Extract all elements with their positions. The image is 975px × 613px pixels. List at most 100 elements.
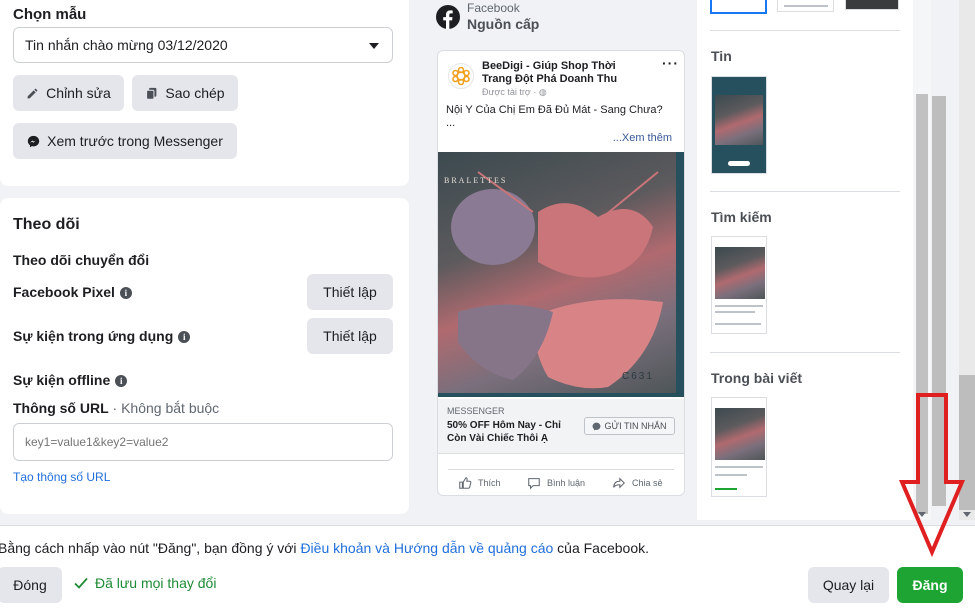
image-code-text: C631 <box>622 371 654 382</box>
see-more-link[interactable]: ...Xem thêm <box>613 132 672 144</box>
like-label: Thích <box>478 478 501 488</box>
sponsored-label: Được tài trợ · ◍ <box>482 87 547 98</box>
lingerie-photo <box>438 152 676 393</box>
pixel-setup-button[interactable]: Thiết lập <box>307 274 393 310</box>
close-button[interactable]: Đóng <box>0 567 62 603</box>
checkmark-icon <box>74 577 88 589</box>
thumb-caption <box>715 474 747 476</box>
terms-link[interactable]: Điều khoản và Hướng dẫn về quảng cáo <box>300 540 553 556</box>
copy-button[interactable]: Sao chép <box>132 75 238 111</box>
stories-thumb[interactable] <box>711 76 767 174</box>
comment-icon <box>528 478 540 490</box>
sponsored-text: Được tài trợ · <box>482 87 537 97</box>
advertiser-name: BeeDigi - Giúp Shop Thời Trang Đột Phá D… <box>482 60 618 85</box>
edit-button-label: Chỉnh sửa <box>46 85 111 101</box>
thumb-image <box>715 408 765 460</box>
build-url-link[interactable]: Tạo thông số URL <box>13 470 110 484</box>
send-message-button[interactable]: GỬI TIN NHẮN <box>584 417 675 435</box>
comment-label: Bình luận <box>547 478 586 488</box>
placement-section-search: Tìm kiếm <box>711 209 772 225</box>
thumb-cta <box>728 161 750 166</box>
cta-bar: MESSENGER 50% OFF Hôm Nay - Chỉ Còn Vài … <box>438 399 684 454</box>
info-icon[interactable]: i <box>178 331 191 343</box>
preview-placement: Nguồn cấp <box>467 16 540 32</box>
advertiser-avatar <box>448 63 474 89</box>
terms-text: Bằng cách nhấp vào nút "Đăng", bạn đồng … <box>0 540 649 556</box>
cta-source: MESSENGER <box>447 406 505 416</box>
messenger-icon <box>27 135 40 147</box>
placement-divider <box>710 191 900 192</box>
cta-headline: 50% OFF Hôm Nay - Chỉ Còn Vài Chiếc Thôi… <box>447 420 561 444</box>
placement-thumb[interactable] <box>845 0 899 10</box>
comment-action[interactable]: Bình luận <box>527 476 585 490</box>
instream-thumb[interactable] <box>711 397 767 497</box>
template-select[interactable]: Tin nhắn chào mừng 03/12/2020 <box>13 27 393 63</box>
like-action[interactable]: Thích <box>458 476 501 490</box>
pencil-icon <box>27 88 38 98</box>
reactions-divider <box>448 469 674 470</box>
url-params-input[interactable] <box>13 423 393 461</box>
beedigi-logo-icon <box>452 66 470 86</box>
placements-panel: Tin Tìm kiếm Trong bài viết <box>697 0 913 520</box>
terms-suffix: của Facebook. <box>553 540 650 556</box>
thumb-caption <box>715 311 755 313</box>
placement-thumb[interactable] <box>777 0 834 12</box>
preview-platform: Facebook <box>467 1 520 15</box>
offline-events-row: Sự kiện offline i <box>13 372 128 388</box>
placement-thumb-selected[interactable] <box>710 0 767 14</box>
thumbs-up-icon <box>459 477 472 489</box>
url-params-label: Thông số URL <box>13 400 109 416</box>
offline-events-label: Sự kiện offline <box>13 372 111 388</box>
ad-image: BRALETTES C631 <box>438 152 684 397</box>
thumb-caption <box>715 488 737 490</box>
facebook-logo-icon <box>436 5 460 29</box>
terms-prefix: Bằng cách nhấp vào nút "Đăng", bạn đồng … <box>0 540 301 556</box>
footer: Bằng cách nhấp vào nút "Đăng", bạn đồng … <box>0 525 975 613</box>
app-events-label: Sự kiện trong ứng dụng <box>13 328 174 344</box>
info-icon[interactable]: i <box>119 287 132 299</box>
preview-messenger-button[interactable]: Xem trước trong Messenger <box>13 123 237 159</box>
saved-label: Đã lưu mọi thay đổi <box>95 575 217 591</box>
copy-button-label: Sao chép <box>165 85 225 101</box>
conversion-tracking-label: Theo dõi chuyển đổi <box>13 252 150 268</box>
thumb-caption <box>715 305 763 307</box>
ad-body-ellipsis: ... <box>446 117 456 129</box>
publish-button[interactable]: Đăng <box>897 567 963 603</box>
thumb-caption <box>715 466 763 468</box>
thumb-caption <box>715 323 761 325</box>
preview-panel: Facebook Nguồn cấp BeeDigi - Giúp Shop T… <box>421 0 697 520</box>
image-brand-text: BRALETTES <box>444 176 508 185</box>
send-message-label: GỬI TIN NHẮN <box>604 421 667 431</box>
placement-divider <box>710 352 900 353</box>
template-section-title: Chọn mẫu <box>13 6 87 23</box>
app-events-setup-button[interactable]: Thiết lập <box>307 318 393 354</box>
back-button[interactable]: Quay lại <box>808 567 889 603</box>
tracking-title: Theo dõi <box>13 216 80 233</box>
placement-section-instream: Trong bài viết <box>711 370 803 386</box>
edit-button[interactable]: Chỉnh sửa <box>13 75 124 111</box>
thumb-image <box>715 95 763 145</box>
tracking-card: Theo dõi Theo dõi chuyển đổi Facebook Pi… <box>0 198 409 514</box>
share-icon <box>613 477 625 489</box>
ad-preview-card: BeeDigi - Giúp Shop Thời Trang Đột Phá D… <box>437 50 685 496</box>
info-icon[interactable]: i <box>115 375 128 387</box>
share-label: Chia sẻ <box>632 478 663 488</box>
thumb-caption <box>784 5 828 7</box>
share-action[interactable]: Chia sẻ <box>612 476 663 490</box>
template-select-value: Tin nhắn chào mừng 03/12/2020 <box>25 37 228 53</box>
annotation-arrow-icon <box>898 393 966 558</box>
globe-icon: ◍ <box>538 87 547 97</box>
placement-divider <box>710 30 900 31</box>
ad-body-text: Nội Y Của Chị Em Đã Đủ Mát - Sang Chưa? <box>446 104 663 116</box>
preview-messenger-label: Xem trước trong Messenger <box>47 133 223 149</box>
lingerie-illustration <box>451 171 663 389</box>
caret-down-icon <box>369 43 379 49</box>
url-params-row: Thông số URL · Không bắt buộc <box>13 400 219 416</box>
placement-section-stories: Tin <box>711 48 732 64</box>
saved-status: Đã lưu mọi thay đổi <box>74 575 216 591</box>
facebook-pixel-row: Facebook Pixel i <box>13 284 132 300</box>
search-thumb[interactable] <box>711 236 767 334</box>
template-card: Chọn mẫu Tin nhắn chào mừng 03/12/2020 C… <box>0 0 409 186</box>
messenger-icon <box>593 422 601 430</box>
more-options-icon[interactable]: ··· <box>662 55 679 71</box>
